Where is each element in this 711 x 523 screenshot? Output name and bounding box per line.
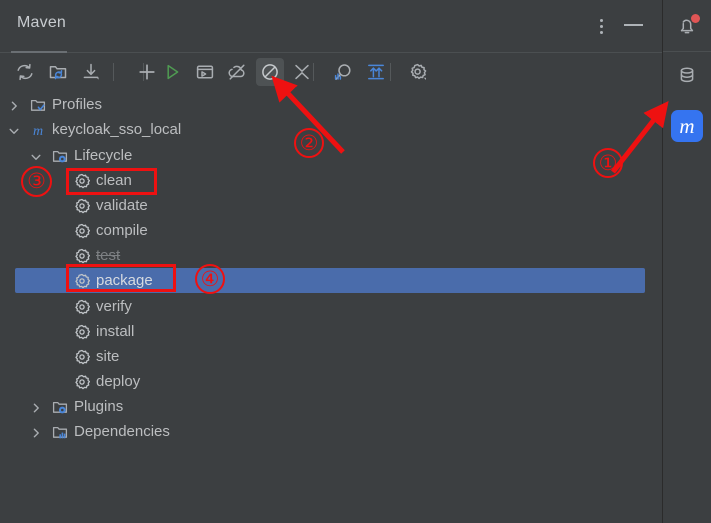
- database-tool-button[interactable]: [671, 60, 703, 92]
- chevron-down-icon[interactable]: [30, 150, 42, 162]
- maven-settings-button[interactable]: [404, 58, 432, 86]
- tree-node-goal-compile[interactable]: compile: [0, 218, 662, 243]
- tree-node-goal-package[interactable]: package: [15, 268, 645, 293]
- chevron-right-icon[interactable]: [30, 401, 42, 413]
- tree-node-label: Dependencies: [74, 423, 170, 440]
- tree-node-plugins[interactable]: Plugins: [0, 394, 662, 419]
- tree-node-label: Plugins: [74, 398, 124, 415]
- add-maven-project-button[interactable]: [133, 58, 161, 86]
- toggle-offline-mode-button[interactable]: [223, 58, 251, 86]
- tree-node-label: keycloak_sso_local: [52, 121, 182, 138]
- maven-toolbar: [0, 53, 662, 91]
- tree-node-label: site: [96, 348, 120, 365]
- execute-maven-goal-button[interactable]: [191, 58, 219, 86]
- tree-node-goal-verify[interactable]: verify: [0, 294, 662, 319]
- page-title: Maven: [17, 14, 67, 31]
- collapse-all-button[interactable]: [288, 58, 316, 86]
- tree-node-label: compile: [96, 222, 148, 239]
- gear-goal-icon: [74, 198, 91, 214]
- maven-tool-window: Maven Profiles m keycloak_sso_local Life…: [0, 0, 662, 523]
- gear-goal-icon: [74, 223, 91, 239]
- maven-m-icon: m: [30, 122, 46, 139]
- tree-node-dependencies[interactable]: Dependencies: [0, 419, 662, 444]
- tree-node-label: Lifecycle: [74, 147, 133, 164]
- gear-goal-icon: [74, 173, 91, 189]
- tree-node-label: verify: [96, 298, 132, 315]
- tree-node-label: install: [96, 323, 135, 340]
- chevron-down-icon[interactable]: [8, 124, 20, 136]
- gear-goal-icon: [74, 349, 91, 365]
- tree-node-goal-test[interactable]: test: [0, 243, 662, 268]
- tree-node-lifecycle[interactable]: Lifecycle: [0, 143, 662, 168]
- notifications-button[interactable]: [671, 10, 703, 42]
- gear-goal-icon: [74, 374, 91, 390]
- maven-tool-button[interactable]: m: [671, 110, 703, 142]
- generate-sources-button[interactable]: [44, 58, 72, 86]
- tree-node-goal-validate[interactable]: validate: [0, 193, 662, 218]
- tree-node-goal-site[interactable]: site: [0, 344, 662, 369]
- folder-plugin-icon: [52, 399, 68, 415]
- run-maven-build-button[interactable]: [158, 58, 186, 86]
- tree-node-label: Profiles: [52, 96, 103, 113]
- maven-tool-window-screenshot: Maven Profiles m keycloak_sso_local Life…: [0, 0, 711, 523]
- toggle-skip-tests-button[interactable]: [256, 58, 284, 86]
- tree-node-goal-install[interactable]: install: [0, 319, 662, 344]
- minimize-icon[interactable]: [624, 24, 643, 26]
- right-tool-stripe: m: [663, 0, 711, 523]
- stripe-divider-line: [663, 51, 711, 52]
- tree-node-goal-deploy[interactable]: deploy: [0, 369, 662, 394]
- tree-node-label: validate: [96, 197, 148, 214]
- database-icon: [676, 65, 698, 92]
- gear-goal-icon: [74, 273, 91, 289]
- download-sources-button[interactable]: [77, 58, 105, 86]
- gear-goal-icon: [74, 324, 91, 340]
- vertical-dots-icon[interactable]: [594, 16, 610, 36]
- tree-node-profiles[interactable]: Profiles: [0, 92, 662, 117]
- reload-all-maven-projects-button[interactable]: [11, 58, 39, 86]
- svg-text:m: m: [33, 124, 43, 138]
- chevron-right-icon[interactable]: [30, 426, 42, 438]
- expand-lifecycle-button[interactable]: [362, 58, 390, 86]
- show-dependency-analyzer-button[interactable]: [329, 58, 357, 86]
- gear-goal-icon: [74, 248, 91, 264]
- maven-m-icon: m: [679, 113, 695, 138]
- notification-badge: [691, 14, 700, 23]
- maven-projects-tree[interactable]: Profiles m keycloak_sso_local Lifecycle cl…: [0, 92, 662, 523]
- tree-node-goal-clean[interactable]: clean: [0, 168, 662, 193]
- tree-node-label: clean: [96, 172, 132, 189]
- folder-check-icon: [30, 97, 46, 113]
- folder-gear-icon: [52, 148, 68, 164]
- tree-node-label: package: [96, 272, 153, 289]
- tree-node-label: test: [96, 247, 121, 264]
- gear-goal-icon: [74, 299, 91, 315]
- tree-node-label: deploy: [96, 373, 141, 390]
- toolbar-separator-4: [390, 63, 391, 81]
- tree-node-keycloak-sso-local[interactable]: m keycloak_sso_local: [0, 117, 662, 142]
- tool-window-titlebar: Maven: [0, 0, 662, 53]
- folder-deps-icon: [52, 424, 68, 440]
- toolbar-separator-1: [113, 63, 114, 81]
- chevron-right-icon[interactable]: [8, 99, 20, 111]
